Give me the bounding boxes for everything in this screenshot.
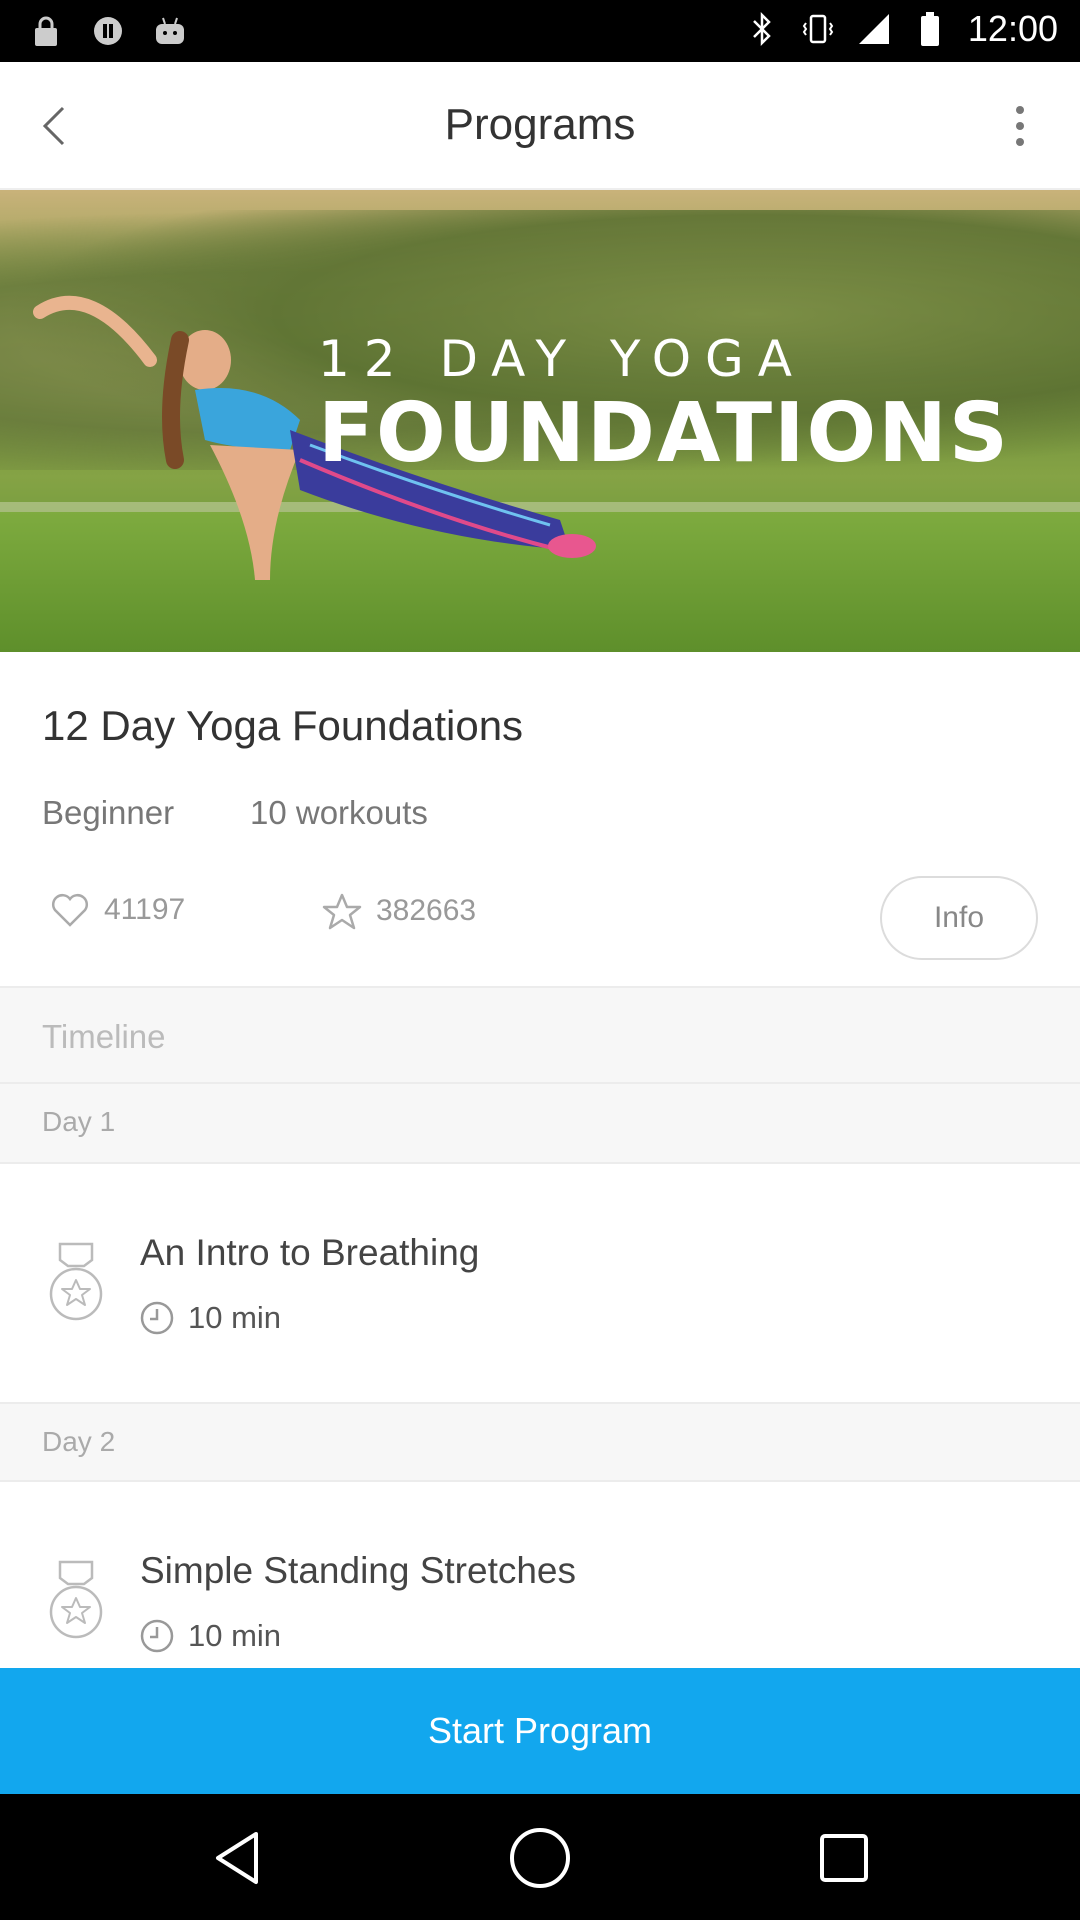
program-level: Beginner bbox=[42, 794, 175, 831]
timeline-label: Timeline bbox=[42, 1018, 166, 1055]
app-bar: Programs bbox=[0, 62, 1080, 190]
square-recents-icon bbox=[820, 1834, 868, 1882]
navigation-bar bbox=[0, 1794, 1080, 1920]
day-header: Day 1 bbox=[0, 1084, 1080, 1164]
favorites-button[interactable]: 382663 bbox=[322, 892, 476, 930]
timeline-header: Timeline bbox=[0, 986, 1080, 1084]
clock-icon bbox=[140, 1301, 174, 1335]
day-label: Day 1 bbox=[42, 1106, 116, 1137]
triangle-back-icon bbox=[216, 1832, 258, 1884]
circle-home-icon bbox=[510, 1828, 570, 1888]
workout-item[interactable]: Simple Standing Stretches 10 min bbox=[0, 1482, 1080, 1668]
banner-title: FOUNDATIONS bbox=[318, 386, 1010, 481]
nav-back-button[interactable] bbox=[202, 1822, 274, 1894]
signal-icon bbox=[856, 10, 892, 48]
overflow-menu-button[interactable] bbox=[990, 96, 1050, 156]
battery-icon bbox=[912, 10, 948, 48]
workout-duration: 10 min bbox=[140, 1618, 281, 1654]
day-label: Day 2 bbox=[42, 1426, 116, 1457]
workout-title: Simple Standing Stretches bbox=[140, 1550, 577, 1591]
bluetooth-icon bbox=[744, 10, 780, 48]
page-title: Programs bbox=[444, 100, 636, 149]
clock: 12:00 bbox=[967, 8, 1058, 49]
program-workout-count: 10 workouts bbox=[250, 794, 428, 831]
heart-icon bbox=[52, 894, 88, 927]
start-program-button[interactable]: Start Program bbox=[0, 1668, 1080, 1794]
clock-icon bbox=[140, 1619, 174, 1653]
sync-icon bbox=[90, 12, 126, 50]
android-icon bbox=[152, 12, 188, 50]
nav-recent-apps-button[interactable] bbox=[808, 1822, 880, 1894]
program-details: 12 Day Yoga Foundations Beginner 10 work… bbox=[0, 652, 1080, 1668]
nav-home-button[interactable] bbox=[504, 1822, 576, 1894]
workout-title: An Intro to Breathing bbox=[140, 1232, 480, 1273]
banner-subtitle: 12 DAY YOGA bbox=[318, 330, 807, 388]
medal-icon bbox=[49, 1242, 103, 1321]
favorites-count: 382663 bbox=[376, 894, 477, 927]
program-title: 12 Day Yoga Foundations bbox=[42, 702, 524, 749]
info-button[interactable]: Info bbox=[880, 876, 1038, 960]
star-icon bbox=[322, 893, 362, 930]
likes-count: 41197 bbox=[104, 893, 186, 926]
likes-button[interactable]: 41197 bbox=[50, 892, 185, 928]
lock-icon bbox=[28, 12, 64, 50]
workout-duration-text: 10 min bbox=[188, 1618, 282, 1653]
workout-duration: 10 min bbox=[140, 1300, 281, 1336]
day-header: Day 2 bbox=[0, 1402, 1080, 1482]
medal-icon bbox=[49, 1560, 103, 1639]
program-banner: 12 DAY YOGA FOUNDATIONS bbox=[0, 190, 1080, 652]
vibrate-icon bbox=[800, 10, 836, 48]
workout-item[interactable]: An Intro to Breathing 10 min bbox=[0, 1164, 1080, 1402]
more-vertical-icon bbox=[1016, 106, 1024, 146]
status-bar: 12:00 bbox=[0, 0, 1080, 62]
workout-duration-text: 10 min bbox=[188, 1300, 282, 1335]
